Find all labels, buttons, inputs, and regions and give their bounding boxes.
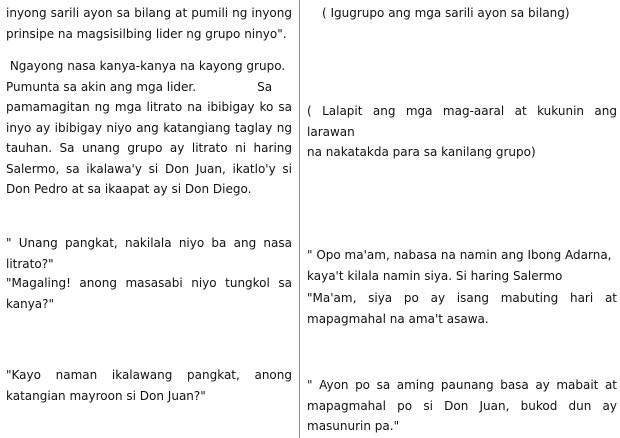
text-line: "Kayo naman ikalawang pangkat, anong	[6, 368, 292, 382]
text-line: Ngayong nasa kanya-kanya na kayong grupo…	[6, 59, 286, 73]
text-line: inyong sarili ayon sa bilang at pumili n…	[6, 6, 292, 20]
text-line: "Magaling! anong masasabi niyo tungkol s…	[6, 276, 292, 290]
text-line: Don Pedro at sa ikaapat ay si Don Diego.	[6, 182, 252, 196]
intro-paragraph: inyong sarili ayon sa bilang at pumili n…	[6, 3, 292, 44]
text-line: mapagmahal na ama't asawa.	[307, 311, 489, 326]
text-line: masunurin pa."	[307, 419, 400, 433]
text-line: " Unang pangkat, nakilala niyo ba ang na…	[6, 236, 292, 250]
text-line: litrato?"	[6, 256, 54, 271]
text-line: Pumunta sa akin ang mga lider. Sa	[6, 79, 273, 94]
column-divider	[299, 0, 300, 438]
text-line: ( Lalapit ang mga mag-aaral at kukunin a…	[307, 104, 617, 139]
followup-question: "Magaling! anong masasabi niyo tungkol s…	[6, 273, 292, 314]
text-line: " Ayon po sa aming paunang basa ay mabai…	[307, 378, 617, 392]
response-followup: "Ma'am, siya po ay isang mabuting hari a…	[307, 288, 617, 329]
text-line: inyo ay ibibigay niyo ang katangiang tag…	[6, 120, 292, 135]
response-group-two: " Ayon po sa aming paunang basa ay mabai…	[307, 375, 617, 437]
text-line: " Opo ma'am, nabasa na namin ang Ibong A…	[307, 248, 612, 262]
students-approach-note: ( Lalapit ang mga mag-aaral at kukunin a…	[307, 101, 617, 163]
text-line: mapagmahal po si Don Juan, bukod dun ay	[307, 398, 617, 413]
text-line: Salermo, sa ikalawa'y si Don Juan, ikatl…	[6, 161, 292, 176]
question-group-one: " Unang pangkat, nakilala niyo ba ang na…	[6, 233, 292, 274]
text-line: tauhan. Sa unang grupo ay litrato ni har…	[6, 141, 292, 155]
text-line: ( Igugrupo ang mga sarili ayon sa bilang…	[322, 6, 570, 20]
text-line: kaya't kilala namin siya. Si haring Sale…	[307, 268, 563, 283]
text-line: na nakatakda para sa kanilang grupo)	[307, 145, 536, 159]
text-line: prinsipe na magsisilbing lider ng grupo …	[6, 26, 287, 41]
text-line: "Ma'am, siya po ay isang mabuting hari a…	[307, 291, 617, 305]
text-line: katangian mayroon si Don Juan?"	[6, 388, 206, 403]
grouping-note: ( Igugrupo ang mga sarili ayon sa bilang…	[322, 3, 620, 24]
instruction-paragraph: Ngayong nasa kanya-kanya na kayong grupo…	[6, 56, 292, 200]
question-group-two: "Kayo naman ikalawang pangkat, anong kat…	[6, 365, 292, 406]
text-line: pamamagitan ng mga litrato na ibibigay k…	[6, 100, 292, 114]
text-line: kanya?"	[6, 296, 55, 311]
response-group-one: " Opo ma'am, nabasa na namin ang Ibong A…	[307, 245, 617, 286]
